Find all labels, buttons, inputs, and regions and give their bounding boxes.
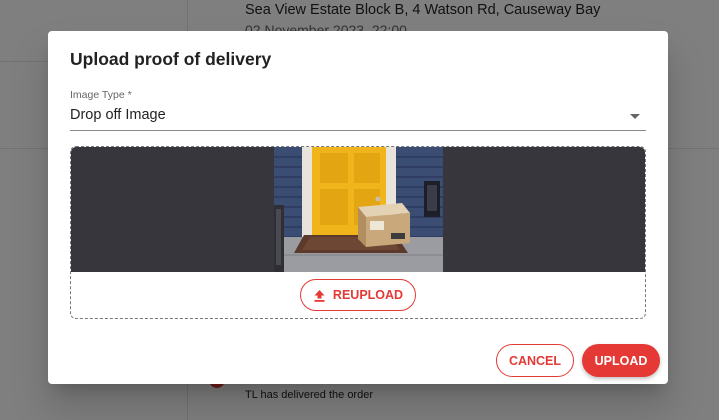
upload-icon [313, 289, 326, 302]
image-type-label: Image Type * [70, 89, 132, 101]
image-type-value: Drop off Image [70, 107, 166, 123]
delivered-package-photo [274, 147, 443, 272]
upload-button[interactable]: UPLOAD [582, 344, 660, 377]
reupload-button[interactable]: REUPLOAD [300, 279, 416, 311]
reupload-label: REUPLOAD [332, 288, 404, 302]
dialog-title: Upload proof of delivery [70, 49, 272, 69]
upload-proof-dialog: Upload proof of delivery Image Type * Dr… [48, 31, 668, 384]
image-preview [71, 147, 645, 272]
cancel-button[interactable]: CANCEL [496, 344, 574, 377]
image-dropzone[interactable]: REUPLOAD [70, 146, 646, 319]
dropdown-arrow-icon [630, 114, 640, 119]
image-type-select[interactable]: Image Type * Drop off Image [70, 89, 646, 131]
